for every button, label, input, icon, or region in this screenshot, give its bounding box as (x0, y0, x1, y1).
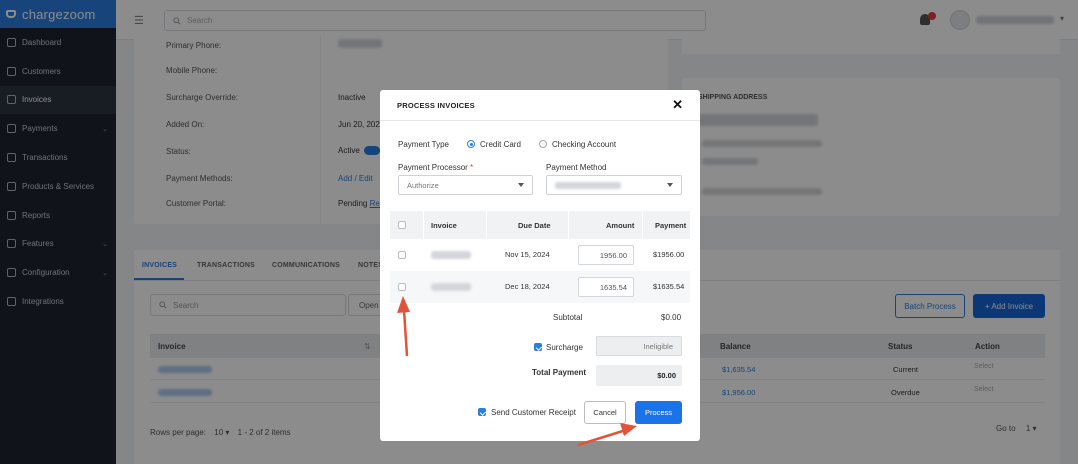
table-row: Dec 18, 2024 1635.54 $1635.54 (390, 271, 690, 303)
payment-method-select[interactable] (546, 175, 682, 195)
payment-type-label: Payment Type (398, 140, 449, 149)
total-value: $0.00 (596, 365, 682, 386)
invoice-number-redacted (431, 283, 471, 291)
surcharge-value: Ineligible (596, 336, 682, 356)
column-header-invoice: Invoice (431, 221, 457, 230)
amount-input[interactable]: 1956.00 (578, 245, 634, 265)
surcharge-label[interactable]: Surcharge (546, 343, 583, 352)
payment-value: $1956.00 (653, 250, 685, 259)
caret-down-icon (667, 183, 673, 187)
divider (423, 211, 424, 239)
credit-card-radio[interactable] (467, 140, 475, 148)
checking-account-label[interactable]: Checking Account (552, 140, 616, 149)
method-label: Payment Method (546, 163, 607, 172)
payment-method-redacted (555, 181, 621, 189)
subtotal-value: $0.00 (661, 313, 682, 322)
send-receipt-checkbox[interactable] (478, 408, 486, 416)
select-all-checkbox[interactable] (398, 221, 406, 229)
total-label: Total Payment (532, 368, 587, 377)
close-icon[interactable]: ✕ (672, 97, 683, 113)
processor-value: Authorize (407, 180, 439, 190)
column-header-due-date: Due Date (518, 221, 551, 230)
checking-account-radio[interactable] (539, 140, 547, 148)
process-invoices-modal: PROCESS INVOICES ✕ Payment Type Credit C… (380, 90, 700, 441)
modal-table-header: Invoice Due Date Amount Payment (390, 211, 690, 239)
required-marker: * (470, 163, 474, 172)
due-date-value: Dec 18, 2024 (505, 282, 550, 291)
invoice-number-redacted (431, 251, 471, 259)
row-checkbox[interactable] (398, 283, 406, 291)
payment-processor-select[interactable]: Authorize (398, 175, 533, 195)
divider (568, 211, 569, 239)
caret-down-icon (518, 183, 524, 187)
send-receipt-label[interactable]: Send Customer Receipt (491, 408, 576, 417)
divider (380, 120, 700, 121)
table-row: Nov 15, 2024 1956.00 $1956.00 (390, 239, 690, 271)
process-button[interactable]: Process (635, 401, 682, 424)
payment-value: $1635.54 (653, 282, 685, 291)
column-header-amount: Amount (606, 221, 635, 230)
amount-input[interactable]: 1635.54 (578, 277, 634, 297)
surcharge-checkbox[interactable] (534, 343, 542, 351)
processor-label-text: Payment Processor (398, 163, 468, 172)
processor-label: Payment Processor * (398, 163, 473, 172)
divider (486, 211, 487, 239)
column-header-payment: Payment (655, 221, 687, 230)
due-date-value: Nov 15, 2024 (505, 250, 550, 259)
modal-title: PROCESS INVOICES (397, 101, 475, 110)
row-checkbox[interactable] (398, 251, 406, 259)
cancel-button[interactable]: Cancel (584, 401, 626, 424)
subtotal-label: Subtotal (553, 313, 583, 322)
credit-card-label[interactable]: Credit Card (480, 140, 521, 149)
divider (642, 211, 643, 239)
